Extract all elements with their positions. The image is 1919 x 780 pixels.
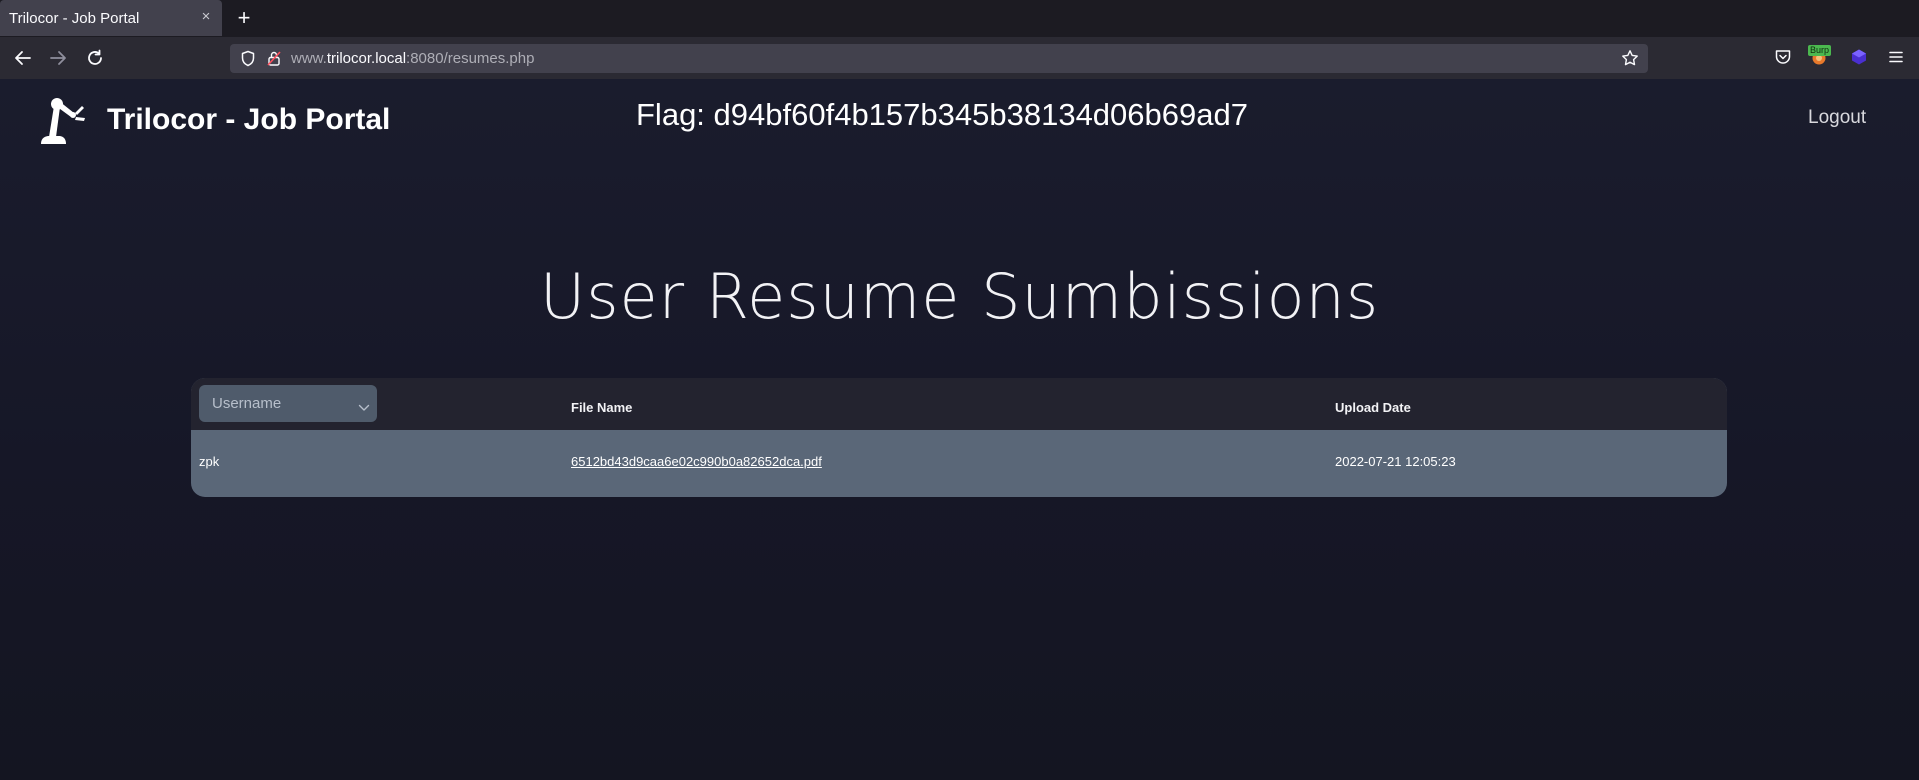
tab-title: Trilocor - Job Portal bbox=[9, 10, 140, 27]
forward-icon[interactable] bbox=[47, 47, 71, 69]
username-filter-select[interactable]: Username bbox=[199, 385, 377, 422]
tab-close-icon[interactable]: × bbox=[198, 8, 214, 26]
tracking-shield-icon[interactable] bbox=[240, 50, 256, 72]
username-filter-placeholder: Username bbox=[212, 395, 282, 412]
page-title: User Resume Sumbissions bbox=[539, 260, 1380, 333]
hamburger-menu-icon[interactable] bbox=[1887, 48, 1905, 71]
extension-cube-icon[interactable] bbox=[1850, 48, 1868, 71]
cell-upload-date: 2022-07-21 12:05:23 bbox=[1335, 454, 1456, 469]
flag-text: Flag: d94bf60f4b157b345b38134d06b69ad7 bbox=[636, 97, 1248, 132]
robot-arm-logo-icon[interactable] bbox=[38, 96, 94, 151]
column-header-file-name: File Name bbox=[571, 400, 633, 415]
new-tab-button[interactable]: + bbox=[233, 6, 255, 30]
resume-table: Username File Name Upload Date zpk 6512b… bbox=[191, 378, 1727, 497]
url-prefix: www. bbox=[291, 50, 327, 67]
browser-nav-bar: www.trilocor.local:8080/resumes.php Burp bbox=[0, 37, 1919, 79]
url-text[interactable]: www.trilocor.local:8080/resumes.php bbox=[291, 50, 534, 67]
brand-name[interactable]: Trilocor - Job Portal bbox=[107, 103, 390, 137]
column-header-upload-date: Upload Date bbox=[1335, 400, 1411, 415]
back-icon[interactable] bbox=[12, 47, 36, 69]
url-path: :8080/resumes.php bbox=[406, 50, 535, 67]
insecure-lock-icon[interactable] bbox=[266, 50, 282, 72]
url-domain: trilocor.local bbox=[326, 50, 407, 67]
chevron-down-icon bbox=[358, 399, 370, 417]
logout-link[interactable]: Logout bbox=[1808, 107, 1866, 129]
resume-file-link[interactable]: 6512bd43d9caa6e02c990b0a82652dca.pdf bbox=[571, 454, 822, 469]
cell-username: zpk bbox=[199, 454, 220, 469]
pocket-icon[interactable] bbox=[1774, 48, 1792, 71]
url-bar[interactable]: www.trilocor.local:8080/resumes.php bbox=[230, 44, 1648, 73]
table-row: zpk 6512bd43d9caa6e02c990b0a82652dca.pdf… bbox=[191, 430, 1727, 497]
reload-icon[interactable] bbox=[84, 47, 108, 69]
table-header: Username File Name Upload Date bbox=[191, 378, 1727, 430]
bookmark-star-icon[interactable] bbox=[1621, 49, 1639, 72]
browser-tab-bar: Trilocor - Job Portal × + bbox=[0, 0, 1919, 37]
browser-tab-active[interactable]: Trilocor - Job Portal × bbox=[0, 0, 222, 36]
page-content: Trilocor - Job Portal Flag: d94bf60f4b15… bbox=[0, 79, 1919, 780]
burp-extension-badge: Burp bbox=[1808, 45, 1832, 56]
